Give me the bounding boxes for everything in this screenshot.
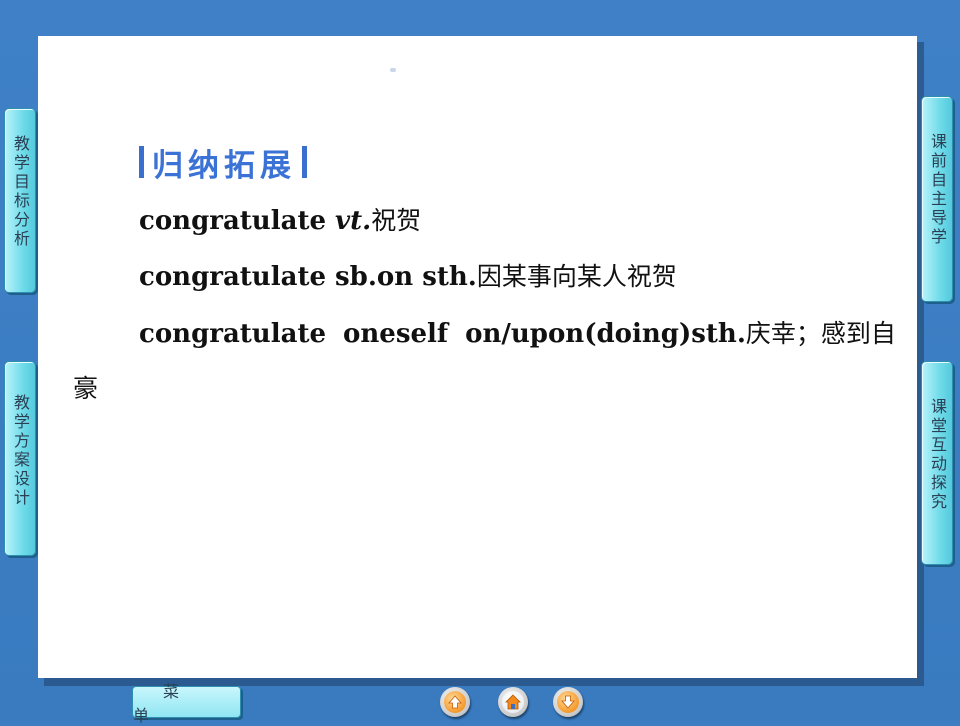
section-heading: 归纳拓展 [139,144,307,184]
heading-text: 归纳拓展 [152,147,296,184]
heading-bar-left [139,146,144,178]
english-phrase: congratulate [139,206,336,236]
nav-tab-label: 课堂互动探究 [928,398,947,512]
english-phrase: congratulate sb.on sth. [139,262,477,292]
decorative-dot [390,68,396,72]
previous-button[interactable] [440,687,470,717]
nav-tab-label: 教学目标分析 [11,135,30,249]
chinese-meaning: 庆幸；感到自 [745,319,896,348]
nav-tab-teaching-goals[interactable]: 教学目标分析 [4,108,36,293]
chinese-meaning: 因某事向某人祝贺 [476,262,677,291]
content-line-3-continuation: 豪 [73,374,99,403]
slide-canvas [38,36,917,678]
content-line-3: congratulate oneself on/upon(doing)sth.庆… [139,314,896,350]
content-line-1: congratulate vt.祝贺 [139,201,421,237]
nav-tab-teaching-plan[interactable]: 教学方案设计 [4,361,36,556]
part-of-speech: vt. [335,206,372,236]
home-button[interactable] [498,687,528,717]
menu-button[interactable]: 菜单 [132,682,241,725]
arrow-down-icon [561,695,575,709]
english-phrase: congratulate oneself on/upon(doing)sth. [139,319,746,349]
nav-tab-class-interaction[interactable]: 课堂互动探究 [921,361,953,565]
nav-tab-preview-study[interactable]: 课前自主导学 [921,96,953,302]
next-button[interactable] [553,687,583,717]
chinese-meaning: 祝贺 [371,206,422,235]
content-line-2: congratulate sb.on sth.因某事向某人祝贺 [139,257,677,293]
arrow-up-icon [448,695,462,709]
nav-tab-label: 课前自主导学 [928,133,947,247]
nav-tab-label: 教学方案设计 [11,394,30,508]
heading-bar-right [302,146,307,178]
home-icon [505,694,521,710]
